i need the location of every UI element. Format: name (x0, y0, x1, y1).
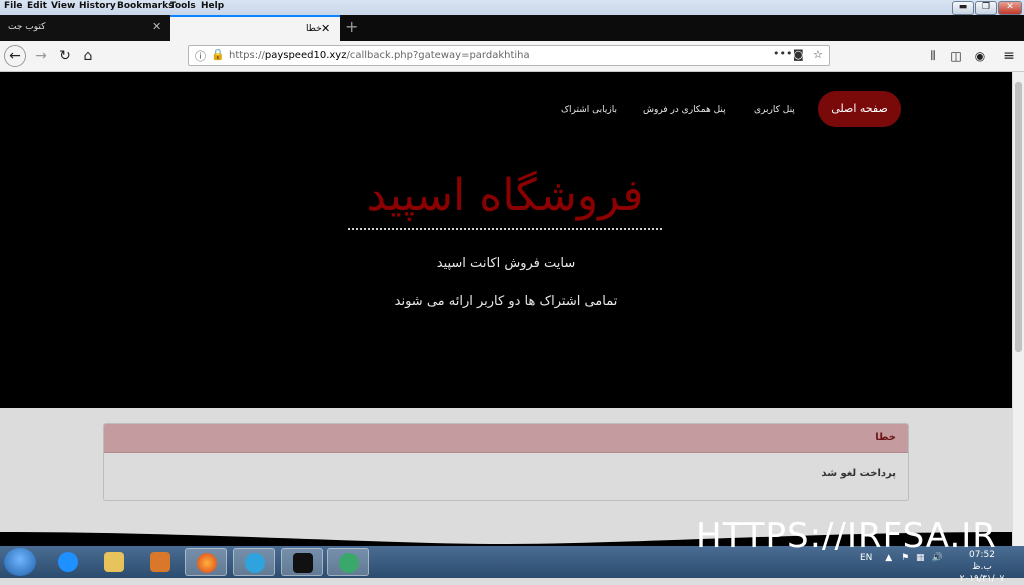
back-button[interactable]: ← (4, 45, 26, 67)
menu-bookmarks[interactable]: Bookmarks (117, 1, 173, 11)
new-tab-button[interactable]: + (345, 17, 358, 36)
tab-active[interactable]: خطا ✕ (170, 15, 340, 41)
menu-hamburger-icon[interactable]: ≡ (998, 45, 1020, 67)
show-hidden-icons[interactable]: ▲ (885, 553, 892, 563)
tab-label: کتوب جت (8, 22, 46, 32)
close-tab-icon[interactable]: ✕ (321, 22, 330, 35)
reload-button[interactable]: ↻ (54, 45, 76, 67)
scrollbar-thumb[interactable] (1015, 82, 1022, 352)
page-actions-icon[interactable]: ••• (773, 47, 792, 60)
forward-button[interactable]: → (30, 45, 52, 67)
tab-inactive[interactable]: کتوب جت ✕ (0, 15, 170, 41)
firefox-taskbar-button[interactable] (185, 548, 227, 576)
nav-link-restore-subscription[interactable]: بازیابی اشتراک (561, 105, 617, 115)
site-subtitle: سایت فروش اکانت اسپید (436, 256, 576, 271)
menu-edit[interactable]: Edit (27, 1, 47, 11)
web-page: بازیابی اشتراک پنل همکاری در فروش پنل کا… (0, 72, 1012, 546)
home-page-button[interactable]: صفحه اصلی (818, 91, 901, 127)
url-bar[interactable]: ⓘ 🔒 https://payspeed10.xyz/callback.php?… (188, 45, 830, 66)
volume-icon[interactable]: 🔊 (931, 553, 942, 563)
site-title: فروشگاه اسپید (366, 170, 644, 221)
title-divider (348, 228, 662, 230)
library-icon[interactable]: ⫼ (922, 45, 944, 67)
navigation-bar: ← → ↻ ⌂ ⓘ 🔒 https://payspeed10.xyz/callb… (0, 41, 1024, 72)
close-window-button[interactable]: ✕ (998, 1, 1022, 15)
network-app-icon (339, 553, 359, 573)
tab-strip: کتوب جت ✕ خطا ✕ + (0, 15, 1024, 41)
system-tray: EN ▲ ⚑ ▦ 🔊 (860, 553, 943, 563)
flag-icon[interactable]: ⚑ (901, 553, 909, 563)
start-button[interactable] (4, 548, 36, 576)
menu-history[interactable]: History (79, 1, 116, 11)
pocket-icon[interactable]: ◙ (793, 48, 804, 61)
clock-time: 07:52 ب.ظ (969, 550, 995, 572)
telegram-taskbar-button[interactable] (233, 548, 275, 576)
watermark-text: HTTPS://IRFSA.IR (696, 516, 997, 556)
app-taskbar-button[interactable] (281, 548, 323, 576)
info-icon[interactable]: ⓘ (195, 48, 206, 64)
site-tagline: تمامی اشتراک ها دو کاربر ارائه می شوند (394, 294, 618, 309)
network-app-taskbar-button[interactable] (327, 548, 369, 576)
account-icon[interactable]: ◉ (969, 45, 991, 67)
bookmark-star-icon[interactable]: ☆ (813, 48, 823, 61)
firefox-icon (197, 553, 217, 573)
tab-label: خطا (306, 24, 322, 34)
error-alert: خطا پرداخت لغو شد (103, 423, 909, 501)
menu-bar: File Edit View History Bookmarks Tools H… (0, 0, 1024, 15)
alert-header: خطا (104, 424, 908, 453)
home-icon[interactable]: ⌂ (77, 45, 99, 67)
menu-tools[interactable]: Tools (170, 1, 196, 11)
network-icon[interactable]: ▦ (916, 553, 925, 563)
folder-icon (104, 552, 124, 572)
explorer-taskbar-button[interactable] (93, 548, 135, 576)
clock-date: ۲۰۱۹/۳۱/۰۷ (959, 574, 1005, 584)
ie-taskbar-button[interactable] (47, 548, 89, 576)
nav-link-user-panel[interactable]: پنل کاربری (754, 105, 795, 115)
sidebar-icon[interactable]: ◫ (945, 45, 967, 67)
minimize-button[interactable]: ▬ (952, 1, 974, 15)
taskbar-clock[interactable]: 07:52 ب.ظ ۲۰۱۹/۳۱/۰۷ (958, 549, 1006, 585)
lock-icon: 🔒 (211, 48, 225, 61)
menu-file[interactable]: File (4, 1, 22, 11)
hero-section: بازیابی اشتراک پنل همکاری در فروش پنل کا… (0, 72, 1012, 408)
media-player-icon (150, 552, 170, 572)
media-player-taskbar-button[interactable] (139, 548, 181, 576)
url-text[interactable]: https://payspeed10.xyz/callback.php?gate… (229, 50, 530, 61)
close-tab-icon[interactable]: ✕ (152, 20, 161, 33)
page-scrollbar[interactable] (1012, 72, 1024, 546)
ie-icon (58, 552, 78, 572)
nav-link-affiliate-panel[interactable]: پنل همکاری در فروش (643, 105, 726, 115)
alert-message: پرداخت لغو شد (821, 468, 896, 479)
restore-button[interactable]: ❐ (975, 1, 997, 15)
app-icon (293, 553, 313, 573)
menu-view[interactable]: View (51, 1, 75, 11)
language-indicator[interactable]: EN (860, 553, 872, 563)
menu-help[interactable]: Help (201, 1, 224, 11)
telegram-icon (245, 553, 265, 573)
alert-title: خطا (875, 432, 896, 443)
